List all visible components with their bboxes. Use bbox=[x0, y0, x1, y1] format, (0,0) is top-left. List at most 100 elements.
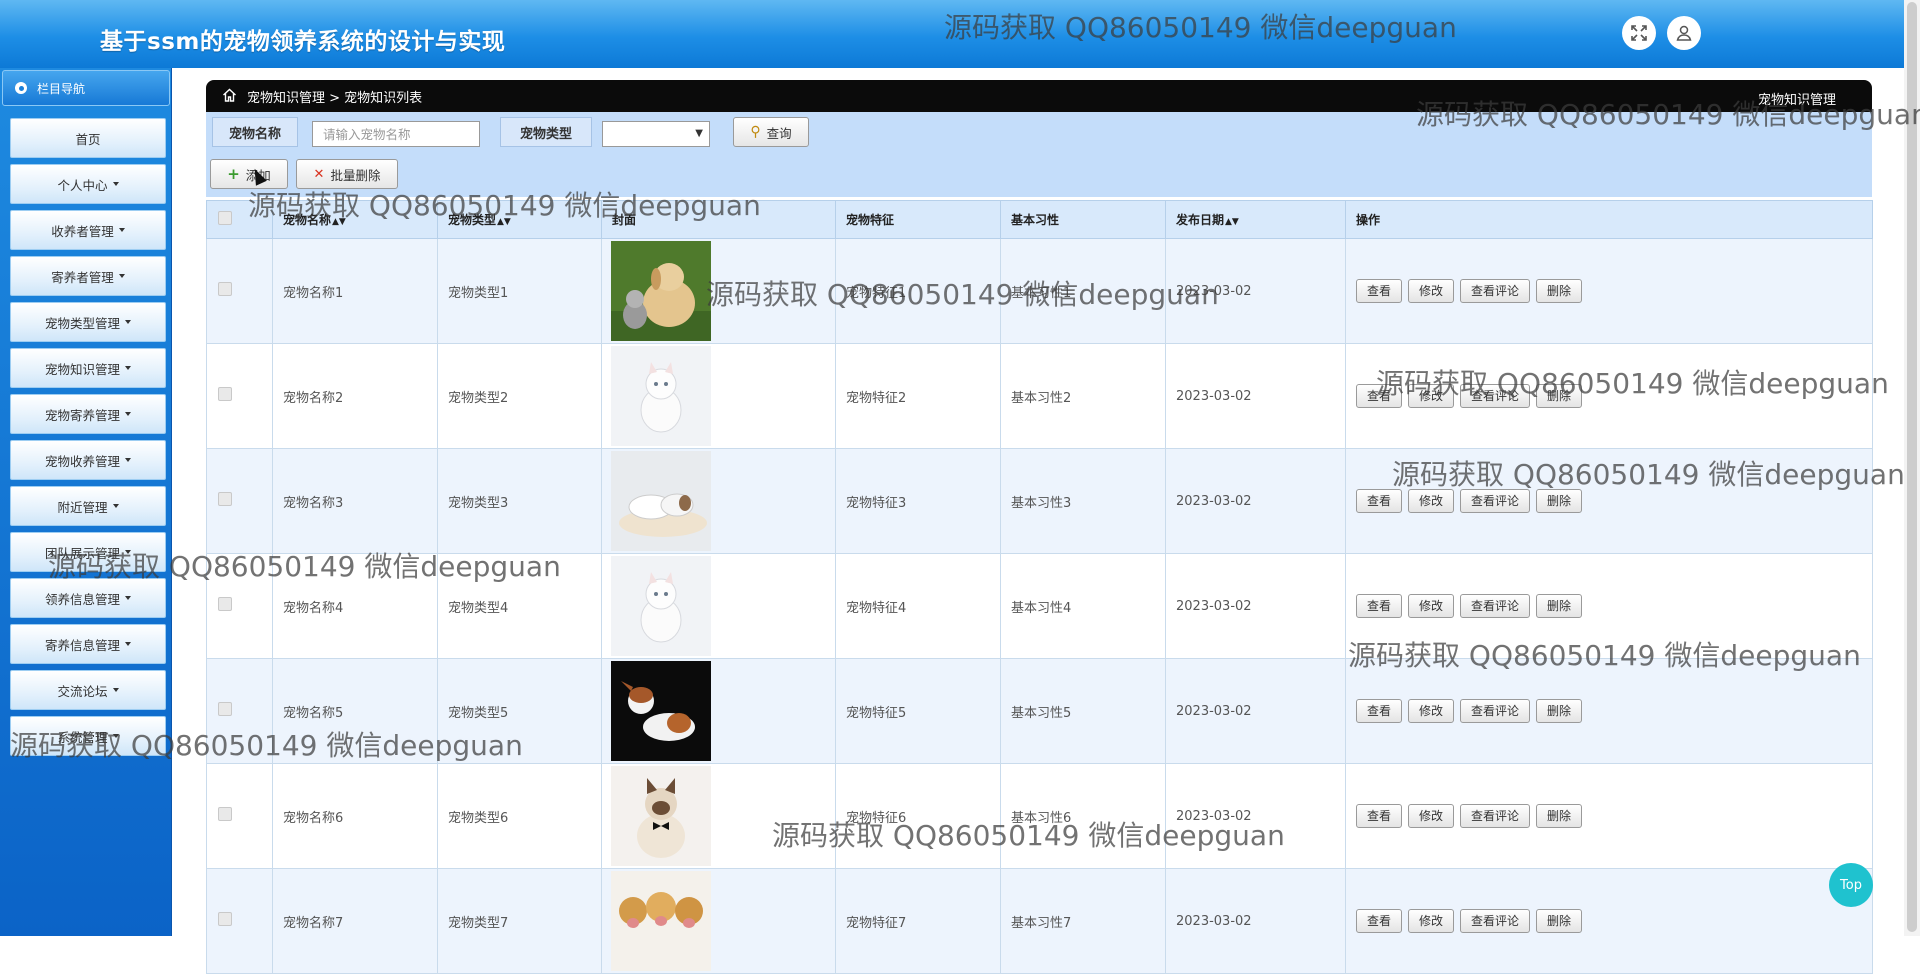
row-select-cell bbox=[206, 448, 273, 554]
row-select-cell bbox=[206, 868, 273, 974]
view-button[interactable]: 查看 bbox=[1356, 804, 1403, 828]
pet-name-cell: 宠物名称4 bbox=[272, 553, 438, 659]
batch-delete-button[interactable]: ✕ 批量删除 bbox=[296, 159, 398, 189]
pet-habit-cell: 基本习性4 bbox=[1000, 553, 1166, 659]
cover-cell bbox=[601, 553, 836, 659]
delete-button[interactable]: 删除 bbox=[1536, 699, 1583, 723]
row-checkbox[interactable] bbox=[218, 282, 232, 296]
row-checkbox[interactable] bbox=[218, 807, 232, 821]
edit-button[interactable]: 修改 bbox=[1408, 699, 1455, 723]
sidebar-item-9[interactable]: 附近管理 bbox=[10, 486, 166, 526]
sidebar-item-5[interactable]: 宠物类型管理 bbox=[10, 302, 166, 342]
publish-date-cell: 2023-03-02 bbox=[1165, 658, 1346, 764]
column-header-date[interactable]: 发布日期▲▼ bbox=[1165, 200, 1346, 239]
expand-icon[interactable] bbox=[1622, 16, 1656, 50]
sidebar-item-10[interactable]: 团队展示管理 bbox=[10, 532, 166, 572]
pet-name-input[interactable] bbox=[312, 121, 480, 147]
puppy-kitten-photo[interactable] bbox=[611, 241, 711, 341]
add-button[interactable]: + 添加 bbox=[210, 159, 288, 189]
sidebar-item-11[interactable]: 领养信息管理 bbox=[10, 578, 166, 618]
delete-button[interactable]: 删除 bbox=[1536, 909, 1583, 933]
pet-feature-cell: 宠物特征6 bbox=[835, 763, 1001, 869]
white-kitten-photo[interactable] bbox=[611, 346, 711, 446]
sidebar-item-2[interactable]: 个人中心 bbox=[10, 164, 166, 204]
view-comments-button[interactable]: 查看评论 bbox=[1460, 699, 1531, 723]
search-button[interactable]: ⚲ 查询 bbox=[733, 117, 809, 147]
sidebar-item-label: 个人中心 bbox=[57, 177, 108, 193]
row-checkbox[interactable] bbox=[218, 387, 232, 401]
edit-button[interactable]: 修改 bbox=[1408, 909, 1455, 933]
user-icon[interactable] bbox=[1667, 16, 1701, 50]
delete-button[interactable]: 删除 bbox=[1536, 384, 1583, 408]
column-header-type[interactable]: 宠物类型▲▼ bbox=[437, 200, 602, 239]
delete-button[interactable]: 删除 bbox=[1536, 804, 1583, 828]
row-checkbox[interactable] bbox=[218, 597, 232, 611]
pet-type-select[interactable]: ▼ bbox=[602, 121, 710, 147]
row-checkbox[interactable] bbox=[218, 912, 232, 926]
actions-cell: 查看 修改 查看评论 删除 bbox=[1345, 238, 1873, 344]
search-panel: 宠物名称 宠物类型 ▼ ⚲ 查询 + 添加 ✕ 批量删除 bbox=[206, 112, 1872, 197]
view-button[interactable]: 查看 bbox=[1356, 699, 1403, 723]
view-comments-button[interactable]: 查看评论 bbox=[1460, 909, 1531, 933]
column-header-name[interactable]: 宠物名称▲▼ bbox=[272, 200, 438, 239]
row-checkbox[interactable] bbox=[218, 492, 232, 506]
view-comments-button[interactable]: 查看评论 bbox=[1460, 384, 1531, 408]
cat-bowtie-photo[interactable] bbox=[611, 766, 711, 866]
golden-puppies-photo[interactable] bbox=[611, 871, 711, 971]
sidebar-item-1[interactable]: 首页 bbox=[10, 118, 166, 158]
view-button[interactable]: 查看 bbox=[1356, 279, 1403, 303]
view-comments-button[interactable]: 查看评论 bbox=[1460, 279, 1531, 303]
table-row: 宠物名称7 宠物类型7 宠物特征7 基本习性7 2023-03-02 查看 修改 查看评论 删除 bbox=[206, 868, 1873, 974]
plus-icon: + bbox=[227, 165, 240, 183]
edit-button[interactable]: 修改 bbox=[1408, 279, 1455, 303]
row-select-cell bbox=[206, 343, 273, 449]
sidebar-item-8[interactable]: 宠物收养管理 bbox=[10, 440, 166, 480]
view-button[interactable]: 查看 bbox=[1356, 489, 1403, 513]
sidebar-item-13[interactable]: 交流论坛 bbox=[10, 670, 166, 710]
row-checkbox[interactable] bbox=[218, 702, 232, 716]
sidebar-item-3[interactable]: 收养者管理 bbox=[10, 210, 166, 250]
cover-cell bbox=[601, 238, 836, 344]
pet-name-cell: 宠物名称2 bbox=[272, 343, 438, 449]
sidebar-item-12[interactable]: 寄养信息管理 bbox=[10, 624, 166, 664]
table-row: 宠物名称5 宠物类型5 宠物特征5 基本习性5 2023-03-02 查看 修改 查看评论 删除 bbox=[206, 658, 1873, 764]
home-icon[interactable] bbox=[222, 87, 237, 106]
delete-button[interactable]: 删除 bbox=[1536, 279, 1583, 303]
caret-down-icon bbox=[125, 596, 131, 600]
edit-button[interactable]: 修改 bbox=[1408, 594, 1455, 618]
edit-button[interactable]: 修改 bbox=[1408, 384, 1455, 408]
view-comments-button[interactable]: 查看评论 bbox=[1460, 489, 1531, 513]
sleeping-cat-dog-photo[interactable] bbox=[611, 451, 711, 551]
caret-down-icon bbox=[112, 688, 119, 692]
pet-feature-cell: 宠物特征1 bbox=[835, 238, 1001, 344]
view-comments-button[interactable]: 查看评论 bbox=[1460, 804, 1531, 828]
batch-delete-button-label: 批量删除 bbox=[330, 167, 381, 183]
select-all-checkbox[interactable] bbox=[218, 211, 232, 225]
actions-cell: 查看 修改 查看评论 删除 bbox=[1345, 763, 1873, 869]
view-button[interactable]: 查看 bbox=[1356, 909, 1403, 933]
sidebar-item-14[interactable]: 系统管理 bbox=[10, 716, 166, 756]
edit-button[interactable]: 修改 bbox=[1408, 804, 1455, 828]
delete-button[interactable]: 删除 bbox=[1536, 489, 1583, 513]
page-scrollbar-thumb[interactable] bbox=[1907, 2, 1917, 932]
sidebar-item-7[interactable]: 宠物寄养管理 bbox=[10, 394, 166, 434]
dog-black-background-photo[interactable] bbox=[611, 661, 711, 761]
actions-cell: 查看 修改 查看评论 删除 bbox=[1345, 448, 1873, 554]
caret-down-icon bbox=[112, 504, 119, 508]
view-button[interactable]: 查看 bbox=[1356, 594, 1403, 618]
view-comments-button[interactable]: 查看评论 bbox=[1460, 594, 1531, 618]
sidebar-item-label: 团队展示管理 bbox=[44, 545, 120, 561]
edit-button[interactable]: 修改 bbox=[1408, 489, 1455, 513]
caret-down-icon bbox=[125, 458, 131, 462]
back-to-top-button[interactable]: Top bbox=[1829, 863, 1873, 907]
delete-button[interactable]: 删除 bbox=[1536, 594, 1583, 618]
white-kitten-photo[interactable] bbox=[611, 556, 711, 656]
view-button[interactable]: 查看 bbox=[1356, 384, 1403, 408]
breadcrumb-path: 宠物知识管理 > 宠物知识列表 bbox=[247, 90, 423, 106]
table-row: 宠物名称2 宠物类型2 宠物特征2 基本习性2 2023-03-02 查看 修改 查看评论 删除 bbox=[206, 343, 1873, 449]
publish-date-cell: 2023-03-02 bbox=[1165, 238, 1346, 344]
cover-cell bbox=[601, 658, 836, 764]
column-header-feature: 宠物特征 bbox=[835, 200, 1001, 239]
sidebar-item-6[interactable]: 宠物知识管理 bbox=[10, 348, 166, 388]
sidebar-item-4[interactable]: 寄养者管理 bbox=[10, 256, 166, 296]
